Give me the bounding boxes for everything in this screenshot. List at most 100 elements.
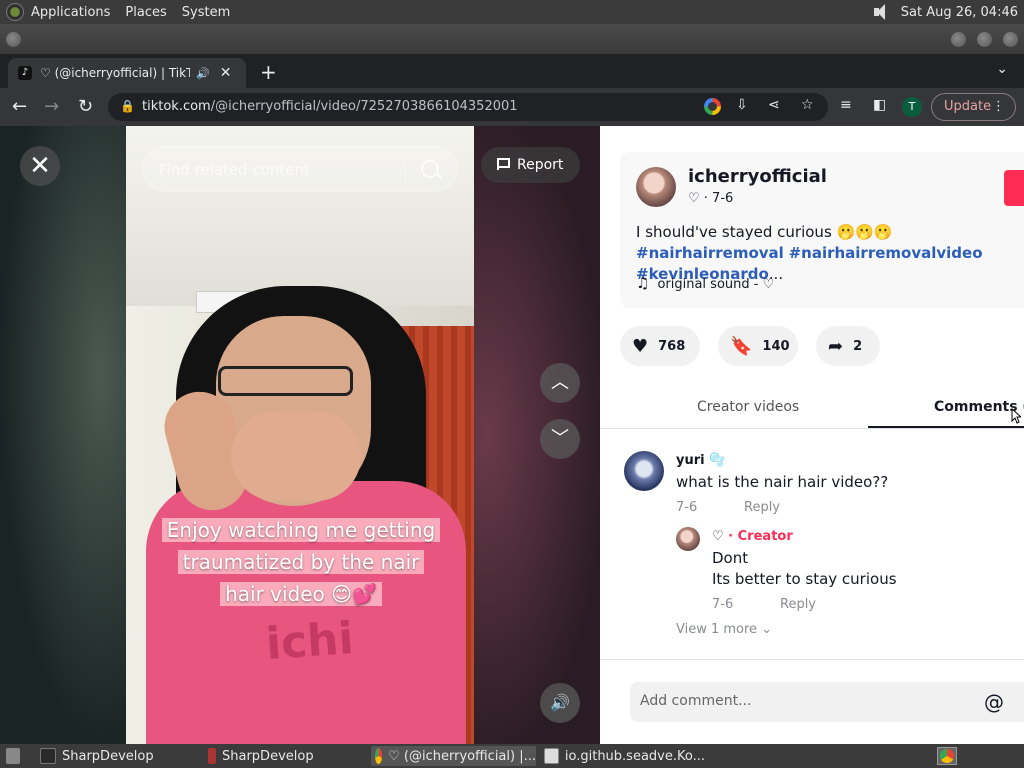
share-button[interactable]: ➦ 2 — [816, 326, 880, 366]
tab-title: ♡ (@icherryofficial) | TikTok — [40, 66, 190, 80]
heart-icon: ♥ — [632, 335, 649, 357]
search-divider — [405, 157, 406, 183]
comment-text: what is the nair hair video?? — [676, 473, 889, 491]
comment-input-divider — [600, 659, 1024, 660]
reply-text-line-2: Its better to stay curious — [712, 570, 897, 588]
sweater-print: ichi — [264, 613, 356, 670]
next-video-button[interactable]: ﹀ — [540, 419, 580, 459]
menu-applications[interactable]: Applications — [31, 5, 110, 20]
chevron-down-icon: ⌄ — [761, 622, 773, 637]
volume-button[interactable]: 🔊 — [540, 683, 580, 723]
like-button[interactable]: ♥ 768 — [620, 326, 700, 366]
window-titlebar — [0, 24, 1024, 54]
taskbar-item-sharpdevelop-2[interactable]: SharpDevelop — [204, 746, 366, 766]
reading-list-icon[interactable]: ≡ — [840, 97, 852, 113]
author-name[interactable]: icherryofficial — [688, 166, 827, 187]
side-panel-icon[interactable]: ◧ — [873, 97, 886, 113]
commenter-name[interactable]: yuri 🫧 — [676, 453, 725, 468]
share-arrow-icon: ➦ — [828, 335, 844, 357]
search-placeholder: Find related content — [159, 161, 310, 179]
mention-icon[interactable]: @ — [984, 690, 1004, 714]
mouse-cursor-icon — [1011, 408, 1021, 424]
commenter-avatar[interactable] — [624, 451, 664, 491]
workspace-switcher[interactable] — [937, 747, 957, 765]
tab-search-chevron-icon[interactable]: ⌄ — [996, 61, 1008, 77]
panel-tabs: Creator videos Comments (1 — [600, 389, 1024, 429]
url-text[interactable]: tiktok.com/@icherryofficial/video/725270… — [142, 99, 518, 114]
lock-icon[interactable]: 🔒 — [120, 99, 135, 113]
bookmark-star-icon[interactable]: ☆ — [801, 97, 814, 113]
reply-date: 7-6 — [712, 597, 734, 612]
previous-video-button[interactable]: ︿ — [540, 363, 580, 403]
video-person-glasses — [218, 366, 353, 396]
related-search-input[interactable]: Find related content — [142, 146, 458, 192]
creator-badge: · Creator — [723, 529, 793, 544]
view-more-replies-button[interactable]: View 1 more ⌄ — [676, 622, 772, 637]
install-app-icon[interactable]: ⇩ — [736, 97, 748, 113]
music-link[interactable]: ♫ original sound - ♡ — [636, 274, 774, 292]
more-menu-icon[interactable]: ⋮ — [992, 94, 1005, 120]
bottom-taskbar: SharpDevelop SharpDevelop ♡ (@icherryoff… — [0, 744, 1024, 768]
google-lens-icon[interactable] — [704, 98, 721, 115]
author-subtitle: ♡ · 7-6 — [688, 191, 734, 206]
video-blur-left — [0, 126, 126, 744]
author-avatar[interactable] — [636, 167, 676, 207]
profile-avatar[interactable]: T — [902, 97, 922, 117]
forward-arrow-icon[interactable]: → — [44, 96, 59, 117]
reply-text-line-1: Dont — [712, 549, 749, 567]
reply-author-name[interactable]: ♡ · Creator — [712, 529, 793, 544]
reply-author-avatar[interactable] — [676, 527, 700, 551]
video-player-area: ichi Enjoy watching me getting traumatiz… — [0, 126, 600, 744]
search-icon[interactable] — [421, 160, 439, 178]
window-menu-icon[interactable] — [6, 32, 21, 47]
music-note-icon: ♫ — [636, 274, 650, 292]
sharpdevelop-icon — [208, 748, 216, 764]
share-icon[interactable]: ⋖ — [768, 97, 780, 113]
navigation-bar: ← → ↻ 🔒 tiktok.com/@icherryofficial/vide… — [0, 88, 1024, 126]
active-tab-underline — [868, 426, 1024, 428]
comment-date: 7-6 — [676, 500, 698, 515]
browser-tab[interactable]: ♪ ♡ (@icherryofficial) | TikTok 🔊 ✕ — [8, 58, 246, 88]
chrome-icon — [375, 748, 383, 764]
top-panel: Applications Places System Sat Aug 26, 0… — [0, 0, 1024, 24]
speaker-icon[interactable]: 🔊 — [196, 67, 210, 80]
tab-creator-videos[interactable]: Creator videos — [697, 399, 799, 415]
reply-to-reply-button[interactable]: Reply — [780, 597, 816, 612]
close-window-icon[interactable] — [1003, 32, 1018, 47]
desktop-icon — [6, 748, 20, 764]
menu-system[interactable]: System — [182, 5, 230, 20]
update-button[interactable]: Update ⋮ — [931, 93, 1016, 121]
hashtag-link[interactable]: #nairhairremoval — [636, 244, 784, 262]
taskbar-item-sharpdevelop[interactable]: SharpDevelop — [36, 746, 198, 766]
video-frame[interactable]: ichi Enjoy watching me getting traumatiz… — [126, 126, 474, 744]
volume-icon[interactable] — [871, 3, 891, 21]
close-video-button[interactable]: ✕ — [20, 146, 60, 186]
maximize-icon[interactable] — [977, 32, 992, 47]
taskbar-item-text-editor[interactable]: io.github.seadve.Ko... — [540, 746, 705, 766]
reply-button[interactable]: Reply — [744, 500, 780, 515]
add-comment-input[interactable]: Add comment... @ — [630, 682, 1024, 722]
show-desktop-button[interactable] — [2, 746, 26, 766]
tiktok-favicon-icon: ♪ — [18, 66, 32, 80]
minimize-icon[interactable] — [951, 32, 966, 47]
bookmark-icon: 🔖 — [730, 335, 753, 357]
gnome-logo-icon[interactable] — [6, 3, 24, 21]
clock[interactable]: Sat Aug 26, 04:46 — [901, 5, 1018, 20]
comments-panel: icherryofficial ♡ · 7-6 I should've stay… — [600, 126, 1024, 744]
text-editor-icon — [544, 748, 559, 764]
hashtag-link[interactable]: #nairhairremovalvideo — [789, 244, 983, 262]
taskbar-item-chrome[interactable]: ♡ (@icherryofficial) |... — [371, 746, 536, 766]
new-tab-button[interactable]: + — [260, 60, 277, 84]
sharpdevelop-icon — [40, 748, 56, 764]
save-button[interactable]: 🔖 140 — [718, 326, 798, 366]
add-comment-placeholder: Add comment... — [640, 693, 752, 709]
follow-button[interactable] — [1004, 170, 1024, 206]
chrome-icon — [940, 749, 954, 763]
back-arrow-icon[interactable]: ← — [12, 96, 27, 117]
video-person-right-hand — [231, 411, 361, 501]
report-button[interactable]: Report — [481, 147, 580, 183]
video-caption: Enjoy watching me getting traumatized by… — [160, 514, 442, 610]
tab-close-icon[interactable]: ✕ — [220, 65, 232, 81]
reload-icon[interactable]: ↻ — [78, 96, 93, 117]
menu-places[interactable]: Places — [125, 5, 166, 20]
